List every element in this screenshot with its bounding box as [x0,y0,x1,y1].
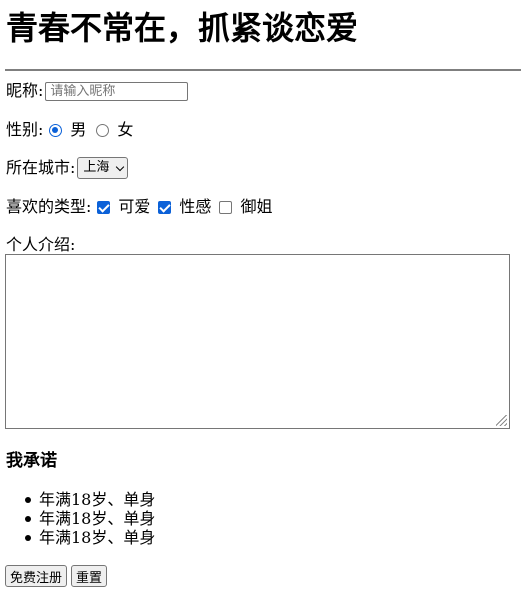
promise-list: 年满18岁、单身 年满18岁、单身 年满18岁、单身 [24,490,155,547]
city-label: 所在城市: [6,158,76,177]
nickname-label: 昵称: [6,81,44,100]
gender-female-label[interactable]: 女 [117,120,133,140]
preference-cute-checkbox[interactable] [97,200,111,214]
city-row: 所在城市: 上海 [6,157,129,179]
preference-mature-checkbox[interactable] [219,200,233,214]
preference-sexy-label[interactable]: 性感 [179,197,211,217]
intro-label: 个人介绍: [6,235,76,254]
promise-heading: 我承诺 [6,451,57,471]
registration-page: 青春不常在，抓紧谈恋爱 昵称: 性别: 男 女 所在城市: 上海 喜欢的类型: … [0,0,521,599]
form-buttons: 免费注册 重置 [5,565,111,587]
chevron-down-icon [116,162,125,171]
preference-cute-label[interactable]: 可爱 [118,197,150,217]
intro-textarea[interactable] [5,254,510,429]
page-title: 青春不常在，抓紧谈恋爱 [6,9,359,47]
preference-row: 喜欢的类型: 可爱 性感 御姐 [6,197,272,217]
list-item: 年满18岁、单身 [24,490,155,509]
gender-label: 性别: [6,120,44,139]
list-item: 年满18岁、单身 [24,509,155,528]
register-button[interactable]: 免费注册 [5,565,68,587]
reset-button[interactable]: 重置 [71,565,108,587]
intro-row: 个人介绍: [6,235,75,255]
preference-mature-label[interactable]: 御姐 [240,197,272,217]
preference-label: 喜欢的类型: [6,197,92,216]
preference-sexy-checkbox[interactable] [158,200,172,214]
list-item: 年满18岁、单身 [24,528,155,547]
nickname-row: 昵称: [6,81,189,101]
city-select[interactable]: 上海 [77,157,129,179]
nickname-input[interactable] [45,81,189,101]
divider [5,69,521,71]
city-select-value: 上海 [83,160,110,175]
gender-row: 性别: 男 女 [6,120,133,140]
gender-female-radio[interactable] [96,123,110,137]
gender-male-label[interactable]: 男 [70,120,86,140]
resize-grip-icon[interactable] [496,415,507,426]
gender-male-radio[interactable] [49,123,63,137]
